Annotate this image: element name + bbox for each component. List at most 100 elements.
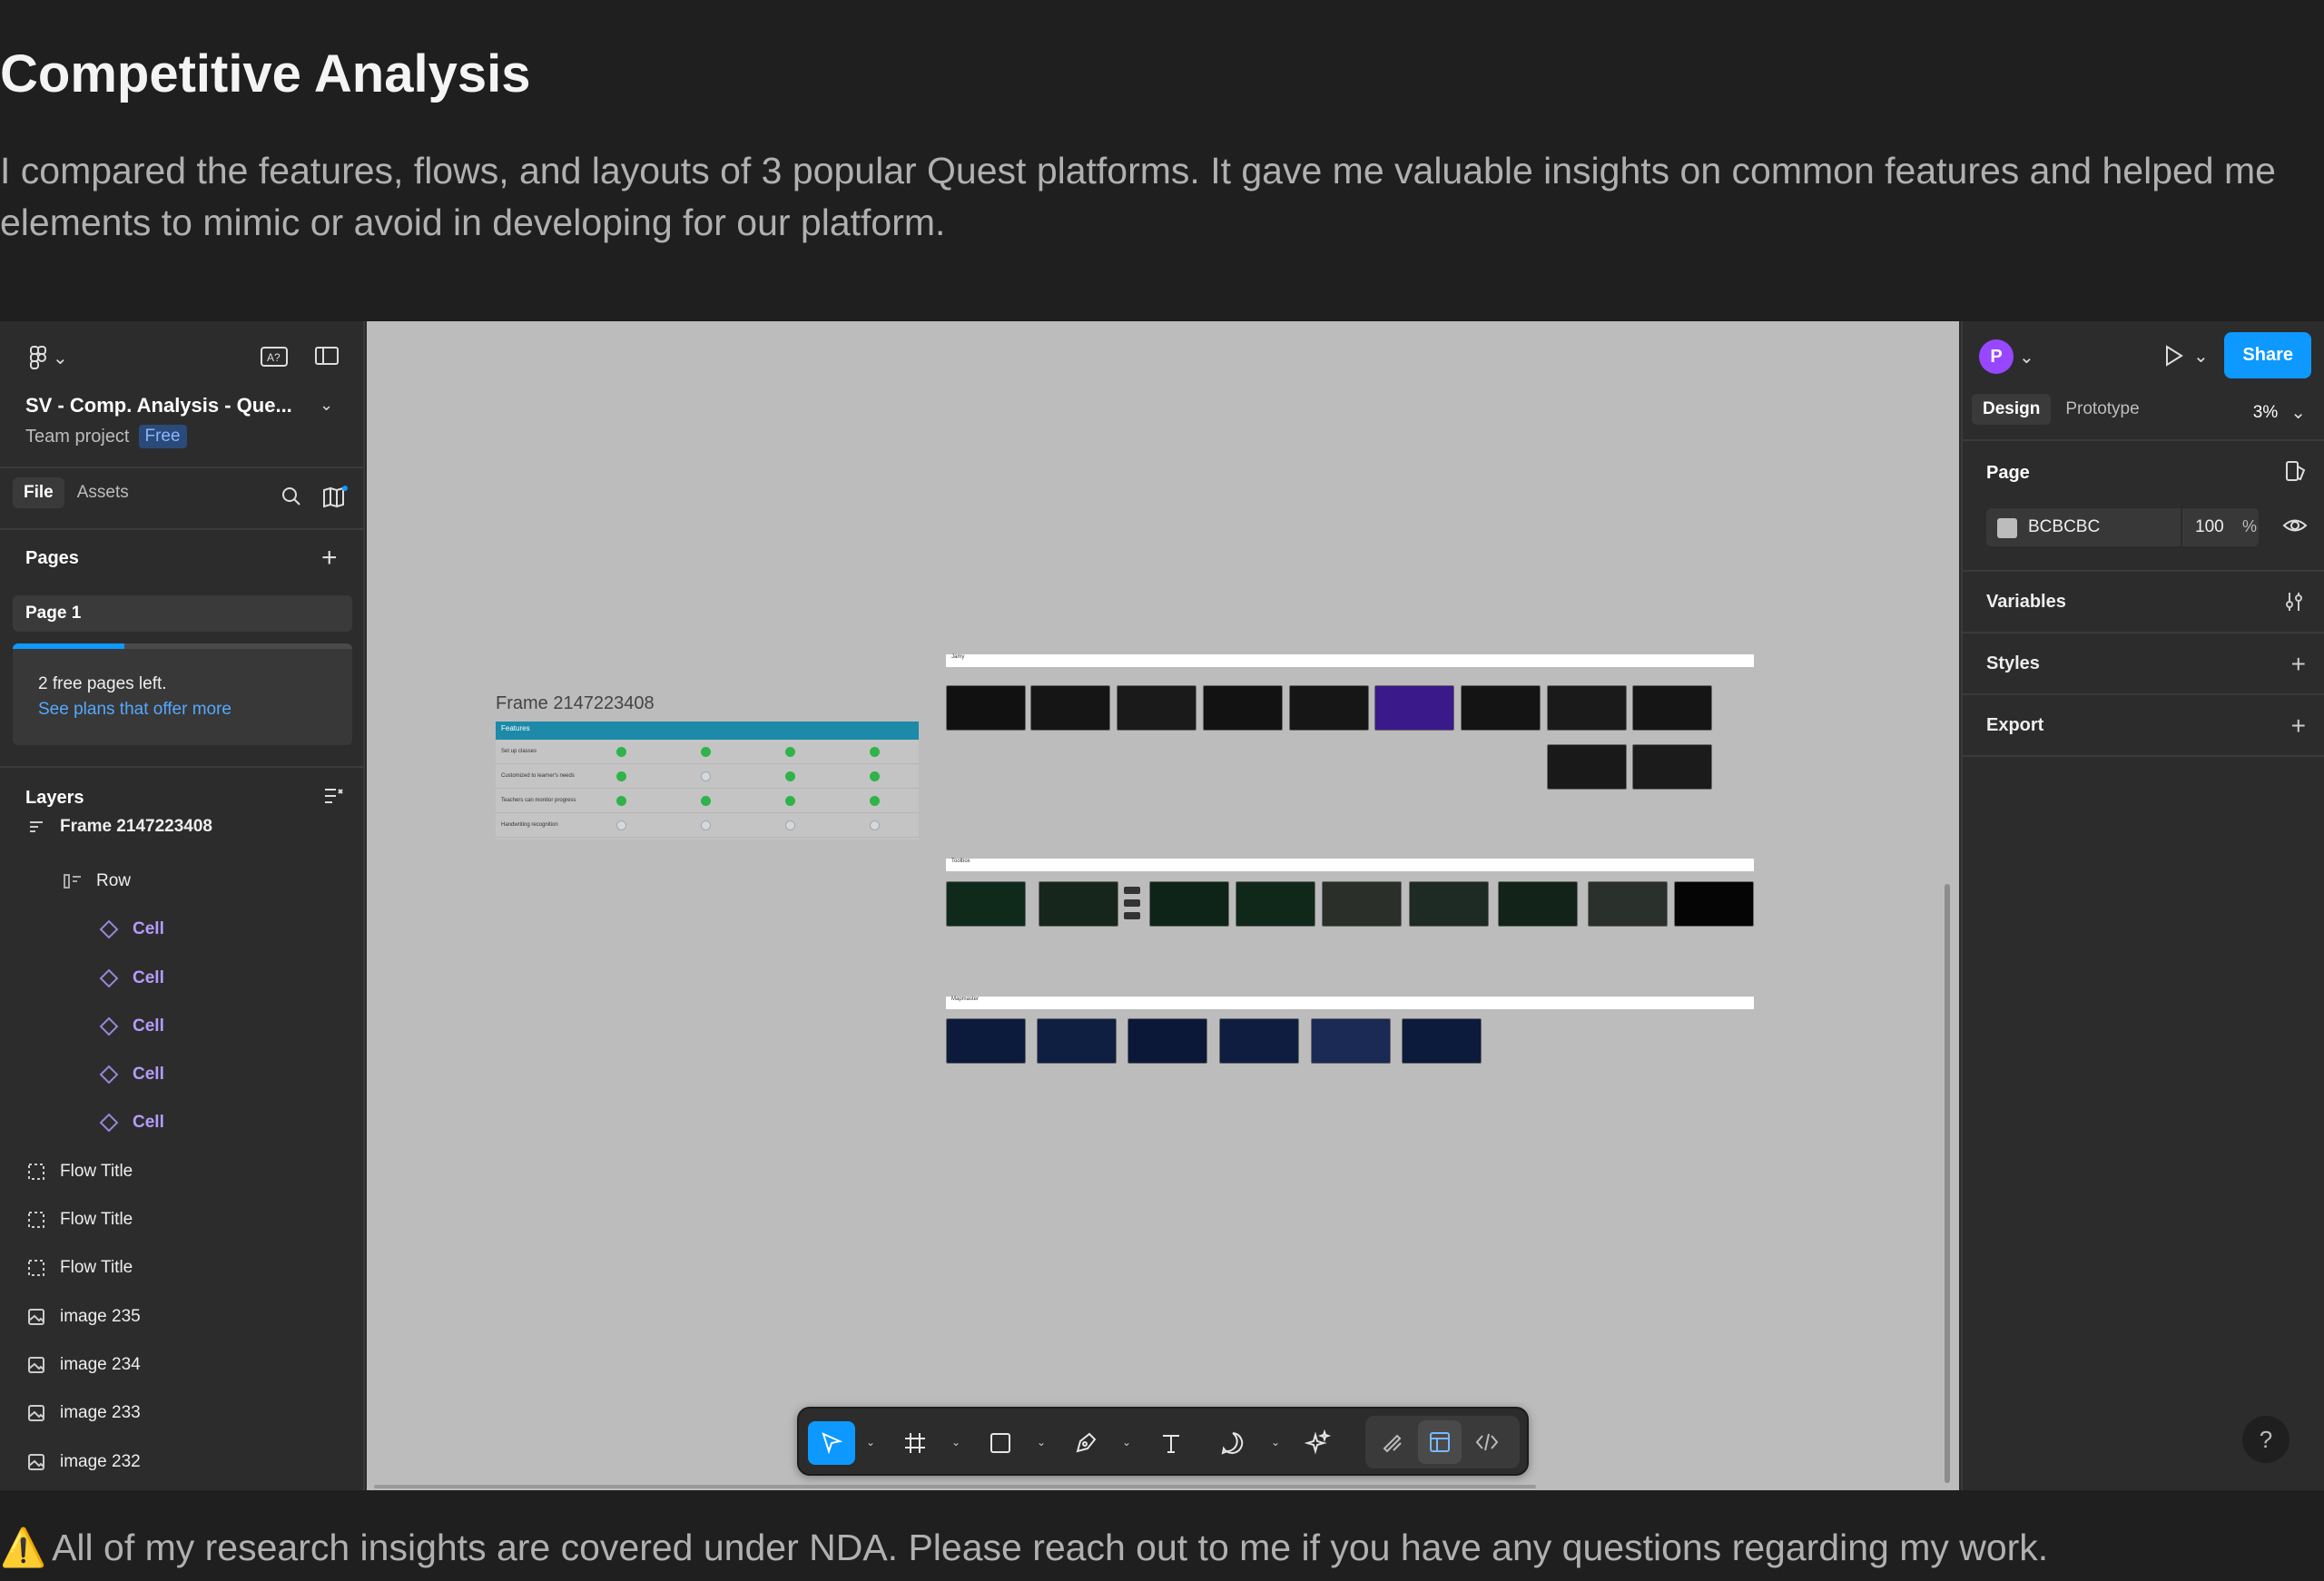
dev-mode-button[interactable]	[1465, 1420, 1509, 1464]
add-export-icon[interactable]: +	[2291, 712, 2306, 741]
file-name[interactable]: SV - Comp. Analysis - Que...	[25, 394, 292, 417]
layer-row[interactable]: Flow Title	[0, 1195, 363, 1243]
ai-search-button[interactable]: A?	[260, 345, 289, 368]
screenshot-thumbnail[interactable]	[1037, 1018, 1117, 1064]
add-page-icon[interactable]: +	[321, 543, 338, 574]
variables-settings-icon[interactable]	[2282, 590, 2306, 620]
comment-tool-button[interactable]	[1211, 1421, 1255, 1465]
see-plans-link[interactable]: See plans that offer more	[38, 700, 231, 720]
layer-row[interactable]: image 235	[0, 1292, 363, 1340]
styles-section[interactable]: Styles +	[1963, 633, 2324, 695]
draw-mode-button[interactable]	[1371, 1420, 1414, 1464]
user-menu[interactable]: P ⌄	[1979, 339, 2034, 374]
table-row[interactable]: Customized to learner's needs	[496, 764, 919, 789]
mini-thumbnail[interactable]	[1124, 887, 1140, 894]
screenshot-thumbnail[interactable]	[1149, 881, 1229, 927]
page-opacity-value[interactable]: 100	[2195, 517, 2224, 537]
local-styles-icon[interactable]	[2284, 459, 2308, 483]
toggle-sidebar-button[interactable]	[314, 345, 340, 367]
screenshot-thumbnail[interactable]	[1030, 685, 1110, 731]
page-color-field[interactable]: BCBCBC 100 %	[1986, 508, 2259, 546]
screenshot-thumbnail[interactable]	[1674, 881, 1754, 927]
screenshot-thumbnail[interactable]	[1236, 881, 1315, 927]
share-button[interactable]: Share	[2224, 332, 2311, 378]
screenshot-thumbnail[interactable]	[1632, 685, 1712, 731]
flow-title-bar[interactable]: Mapmaster	[946, 997, 1754, 1009]
screenshot-thumbnail[interactable]	[1322, 881, 1402, 927]
tab-prototype[interactable]: Prototype	[2065, 399, 2139, 419]
layer-row[interactable]: Flow Title	[0, 1147, 363, 1195]
screenshot-thumbnail[interactable]	[1117, 685, 1196, 731]
screenshot-thumbnail[interactable]	[1547, 685, 1627, 731]
screenshot-thumbnail[interactable]	[1498, 881, 1578, 927]
screenshot-thumbnail[interactable]	[1039, 881, 1118, 927]
chevron-down-icon[interactable]: ⌄	[1122, 1436, 1131, 1448]
screenshot-thumbnail[interactable]	[946, 685, 1026, 731]
layer-row[interactable]: image 234	[0, 1340, 363, 1389]
text-tool-button[interactable]	[1149, 1421, 1193, 1465]
feature-table[interactable]: Features Set up classes Customized to lea…	[496, 722, 919, 840]
variables-section[interactable]: Variables	[1963, 572, 2324, 633]
layer-row[interactable]: Frame 2147223408	[0, 802, 363, 850]
screenshot-thumbnail[interactable]	[1409, 881, 1489, 927]
help-button[interactable]: ?	[2242, 1416, 2290, 1463]
frame-tool-button[interactable]	[893, 1421, 937, 1465]
move-tool-button[interactable]	[808, 1421, 855, 1465]
chevron-down-icon[interactable]: ⌄	[1037, 1436, 1046, 1448]
tab-file[interactable]: File	[13, 477, 64, 508]
page-item-1[interactable]: Page 1	[13, 595, 352, 632]
layer-row[interactable]: image 233	[0, 1389, 363, 1437]
screenshot-thumbnail[interactable]	[1588, 881, 1668, 927]
eye-icon[interactable]	[2282, 516, 2308, 535]
tab-assets[interactable]: Assets	[77, 483, 129, 503]
search-icon[interactable]	[280, 485, 303, 508]
screenshot-thumbnail[interactable]	[1311, 1018, 1391, 1064]
screenshot-thumbnail[interactable]	[1461, 685, 1541, 731]
layer-row[interactable]: Cell	[0, 1002, 363, 1050]
layer-row[interactable]: Row	[0, 857, 363, 905]
screenshot-thumbnail[interactable]	[1289, 685, 1369, 731]
layer-row[interactable]: Flow Title	[0, 1243, 363, 1291]
shape-tool-button[interactable]	[979, 1421, 1022, 1465]
plan-badge[interactable]: Free	[138, 425, 187, 448]
flow-title-bar[interactable]: Toolbox	[946, 859, 1754, 871]
mini-thumbnail[interactable]	[1124, 899, 1140, 907]
main-menu-button[interactable]: ⌄	[27, 345, 68, 370]
screenshot-thumbnail[interactable]	[1128, 1018, 1207, 1064]
tab-design[interactable]: Design	[1972, 394, 2052, 425]
horizontal-scrollbar[interactable]	[374, 1485, 1536, 1488]
screenshot-thumbnail[interactable]	[946, 1018, 1026, 1064]
avatar[interactable]: P	[1979, 339, 2014, 374]
screenshot-thumbnail[interactable]	[1203, 685, 1283, 731]
file-menu-chevron-icon[interactable]: ⌄	[320, 396, 333, 415]
screenshot-thumbnail[interactable]	[946, 881, 1026, 927]
vertical-scrollbar[interactable]	[1945, 884, 1950, 1483]
screenshot-thumbnail[interactable]	[1219, 1018, 1299, 1064]
flow-title-bar[interactable]: Jamy	[946, 654, 1754, 667]
pen-tool-button[interactable]	[1064, 1421, 1108, 1465]
chevron-down-icon[interactable]: ⌄	[951, 1436, 960, 1448]
screenshot-thumbnail[interactable]	[1374, 685, 1454, 731]
actions-tool-button[interactable]	[1296, 1421, 1340, 1465]
add-style-icon[interactable]: +	[2291, 650, 2306, 679]
design-mode-button[interactable]	[1418, 1420, 1462, 1464]
canvas[interactable]: Frame 2147223408 Features Set up classes…	[367, 321, 1959, 1490]
layer-row[interactable]: Cell	[0, 905, 363, 953]
table-row[interactable]: Teachers can monitor progress	[496, 789, 919, 813]
frame-label[interactable]: Frame 2147223408	[496, 693, 655, 714]
screenshot-thumbnail[interactable]	[1547, 744, 1627, 790]
library-icon[interactable]	[321, 485, 349, 508]
screenshot-thumbnail[interactable]	[1402, 1018, 1482, 1064]
chevron-down-icon[interactable]: ⌄	[1271, 1436, 1280, 1448]
table-row[interactable]: Set up classes	[496, 740, 919, 764]
layer-row[interactable]: Cell	[0, 954, 363, 1002]
screenshot-thumbnail[interactable]	[1632, 744, 1712, 790]
export-section[interactable]: Export +	[1963, 695, 2324, 757]
color-swatch[interactable]	[1997, 518, 2017, 538]
layer-row[interactable]: Cell	[0, 1050, 363, 1098]
zoom-control[interactable]: 3% ⌄	[2253, 401, 2306, 424]
layer-row[interactable]: Cell	[0, 1098, 363, 1146]
page-color-value[interactable]: BCBCBC	[2028, 517, 2100, 537]
chevron-down-icon[interactable]: ⌄	[866, 1436, 875, 1448]
present-button[interactable]: ⌄	[2161, 343, 2209, 368]
